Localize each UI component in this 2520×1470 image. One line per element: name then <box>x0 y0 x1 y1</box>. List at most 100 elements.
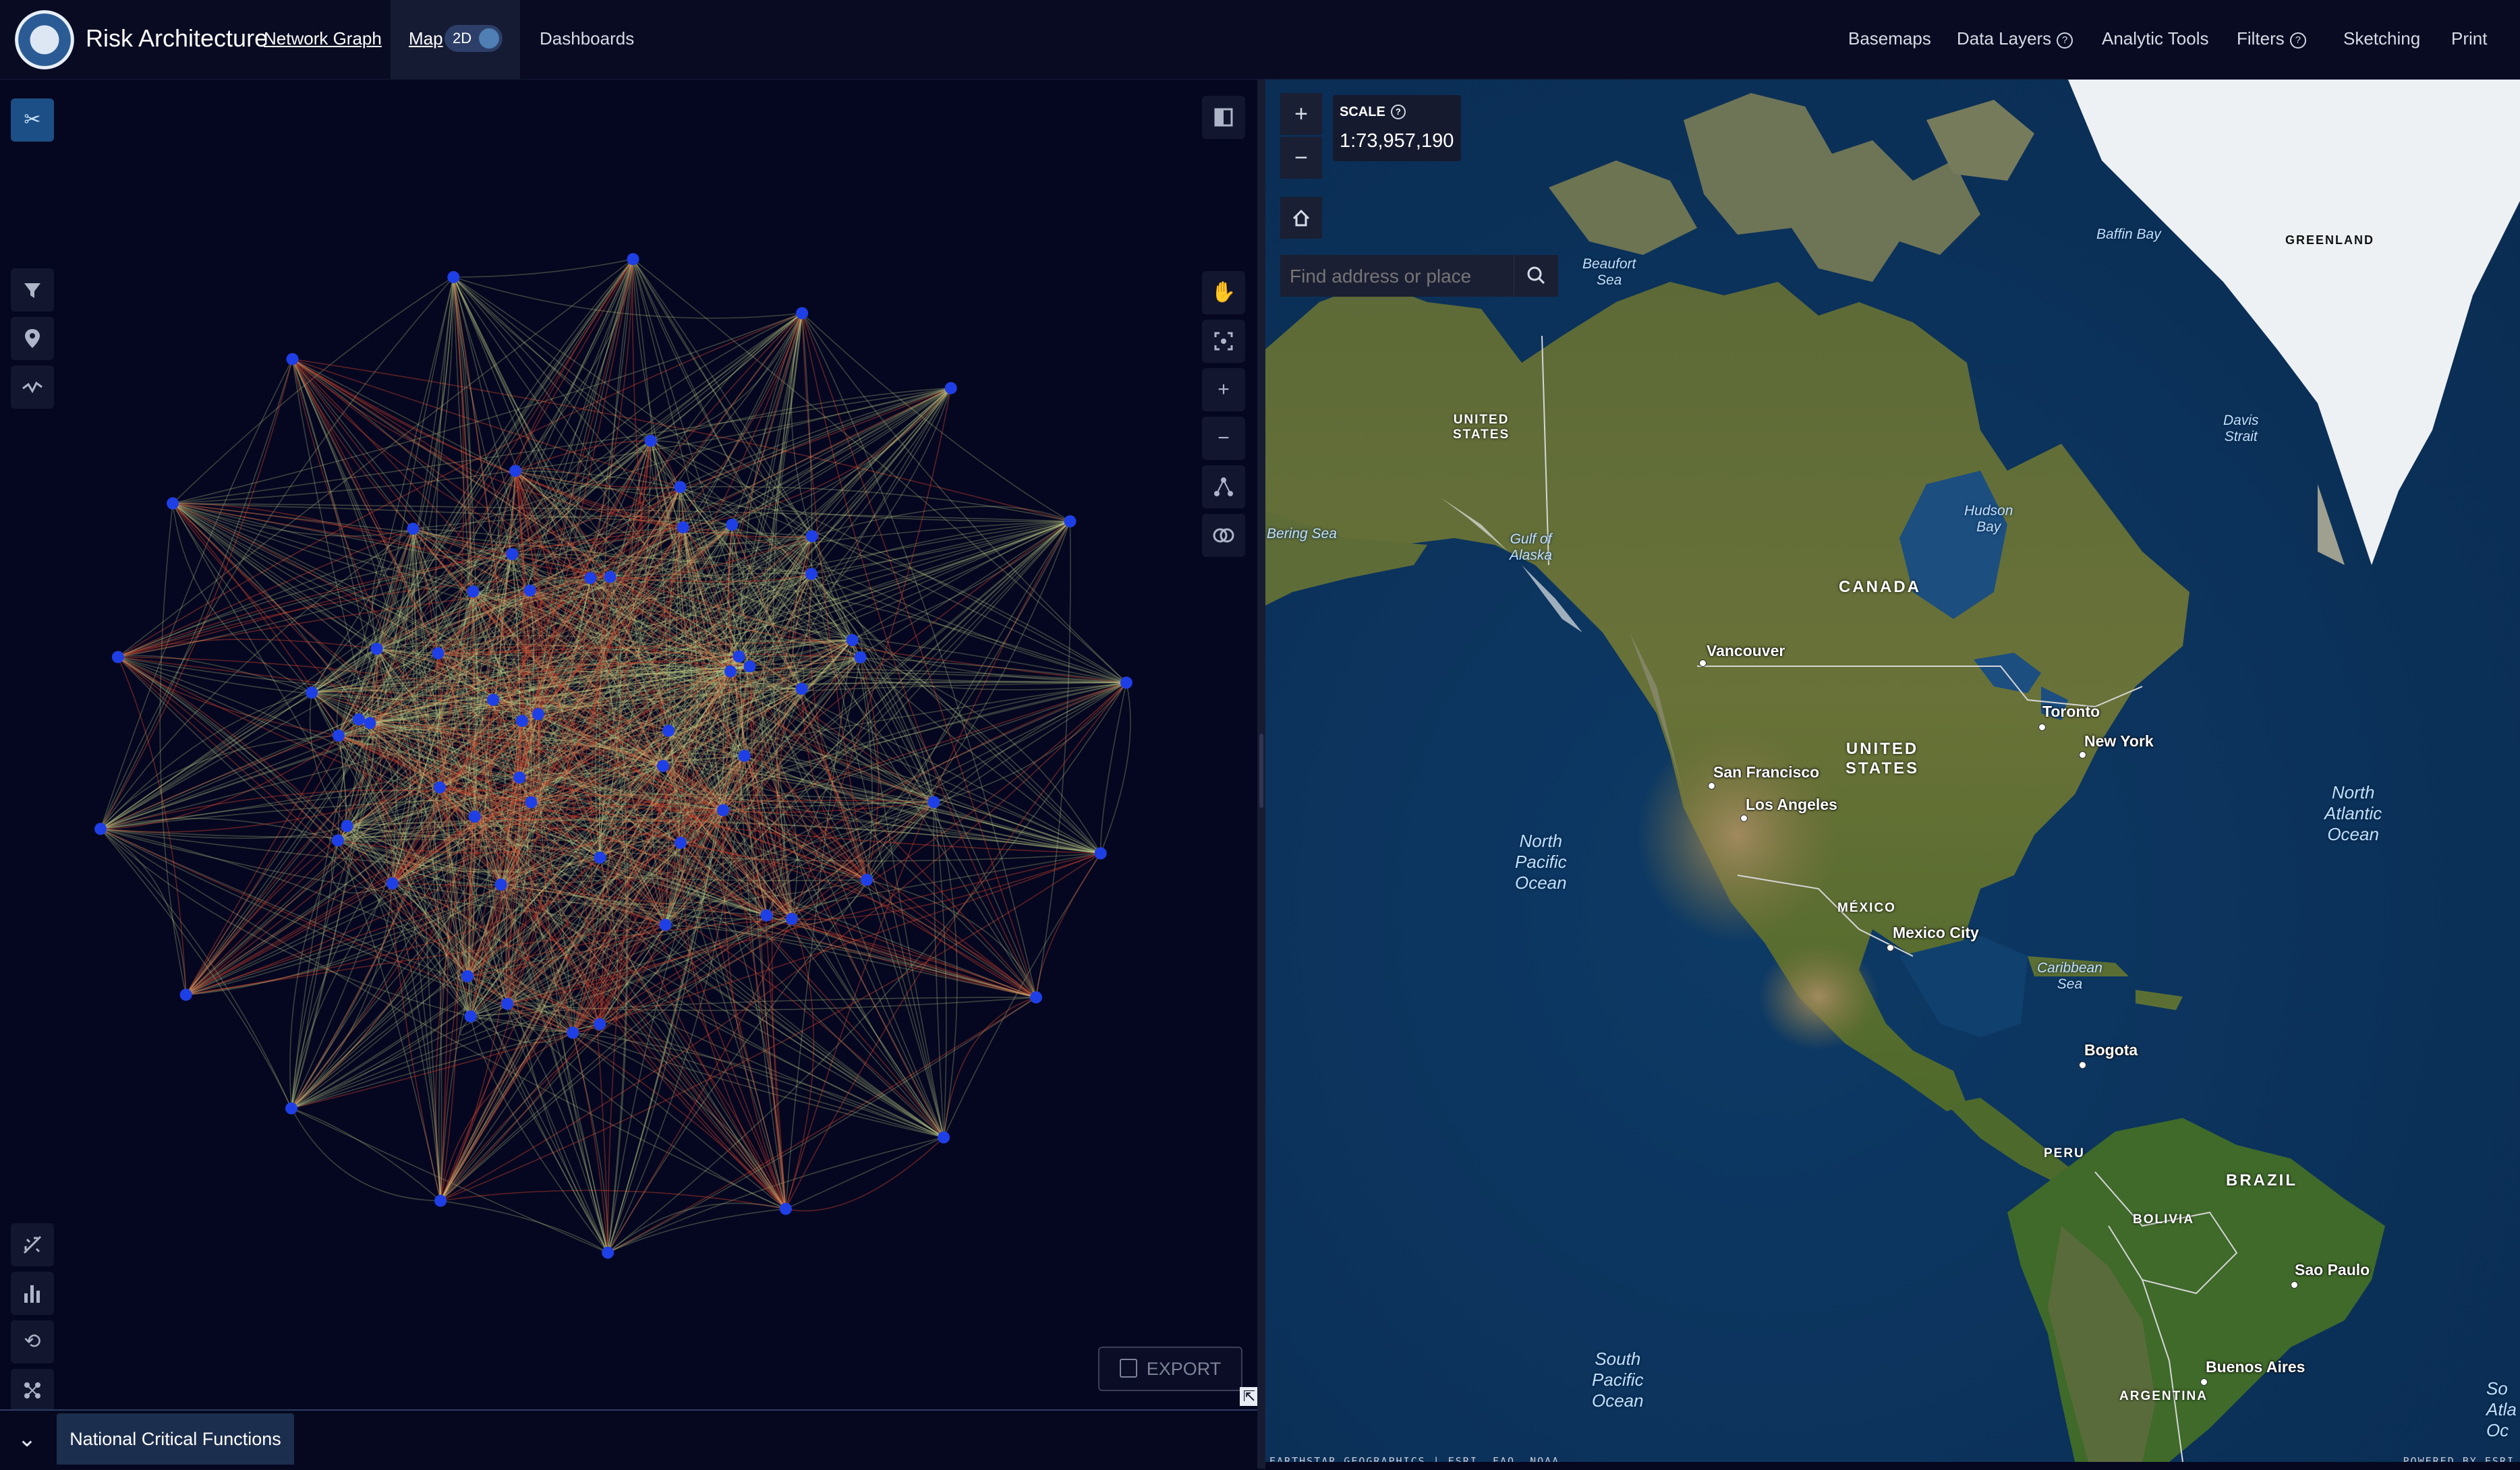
graph-node[interactable] <box>674 481 687 494</box>
graph-node[interactable] <box>487 693 500 706</box>
map-zoom-in-button[interactable]: + <box>1280 93 1322 135</box>
graph-node[interactable] <box>743 660 756 673</box>
zoom-to-fit-icon[interactable] <box>1202 320 1245 363</box>
pan-hand-icon[interactable]: ✋ <box>1202 271 1245 314</box>
graph-node[interactable] <box>523 584 536 597</box>
graph-node[interactable] <box>944 382 957 394</box>
search-icon[interactable] <box>1514 255 1559 297</box>
graph-node[interactable] <box>468 811 481 823</box>
graph-node[interactable] <box>627 253 639 266</box>
graph-node[interactable] <box>532 708 544 720</box>
graph-node[interactable] <box>434 1194 447 1207</box>
graph-node[interactable] <box>386 877 399 889</box>
address-search-input[interactable] <box>1280 255 1514 298</box>
menu-basemaps[interactable]: Basemaps <box>1848 28 1931 49</box>
reset-icon[interactable]: ⟲ <box>11 1320 54 1363</box>
graph-node[interactable] <box>111 651 124 664</box>
graph-node[interactable] <box>509 465 521 477</box>
graph-node[interactable] <box>447 271 460 283</box>
graph-node[interactable] <box>602 1246 614 1259</box>
graph-node[interactable] <box>179 989 192 1001</box>
graph-node[interactable] <box>854 651 867 664</box>
collapse-chevron-icon[interactable]: ⌄ <box>0 1411 54 1467</box>
graph-node[interactable] <box>717 804 729 817</box>
graph-node[interactable] <box>805 568 818 581</box>
graph-node[interactable] <box>464 1010 477 1023</box>
graph-node[interactable] <box>795 682 808 695</box>
graph-node[interactable] <box>644 434 657 447</box>
graph-node[interactable] <box>779 1202 792 1215</box>
hierarchy-icon[interactable] <box>1202 465 1245 508</box>
graph-node[interactable] <box>364 717 376 730</box>
graph-node[interactable] <box>726 519 739 531</box>
graph-node[interactable] <box>1094 847 1107 860</box>
graph-node[interactable] <box>352 713 365 726</box>
help-icon[interactable]: ? <box>1390 105 1406 119</box>
graph-node[interactable] <box>1064 515 1077 528</box>
graph-node[interactable] <box>506 548 519 560</box>
graph-node[interactable] <box>861 873 873 886</box>
menu-analytic-tools[interactable]: Analytic Tools <box>2102 28 2209 49</box>
split-divider[interactable] <box>1257 80 1265 1469</box>
cut-link-icon[interactable]: ✂ <box>11 98 54 142</box>
tab-map[interactable]: Map <box>409 28 443 49</box>
scatter-layout-icon[interactable] <box>11 1369 54 1412</box>
graph-node[interactable] <box>927 796 940 808</box>
graph-node[interactable] <box>341 820 353 832</box>
help-icon[interactable]: ? <box>2289 32 2306 49</box>
filter-icon[interactable] <box>11 268 54 312</box>
graph-node[interactable] <box>370 643 383 655</box>
auto-layout-icon[interactable] <box>11 1223 54 1266</box>
map-view[interactable]: + − SCALE? 1:73,957,190 Baffin Bay GREEN… <box>1265 80 2520 1462</box>
graph-node[interactable] <box>846 634 859 647</box>
graph-node[interactable] <box>657 760 669 772</box>
graph-node[interactable] <box>674 836 687 849</box>
map-home-button[interactable] <box>1280 197 1322 239</box>
tab-network-graph[interactable]: Network Graph <box>264 28 382 49</box>
graph-node[interactable] <box>677 521 689 534</box>
graph-node[interactable] <box>467 585 480 598</box>
graph-node[interactable] <box>434 781 446 794</box>
graph-node[interactable] <box>494 878 507 891</box>
graph-node[interactable] <box>1120 676 1133 689</box>
graph-node[interactable] <box>501 997 514 1010</box>
graph-node[interactable] <box>785 912 798 925</box>
graph-node[interactable] <box>594 1018 606 1030</box>
map-zoom-out-button[interactable]: − <box>1280 137 1322 179</box>
graph-node[interactable] <box>805 530 818 543</box>
zoom-out-icon[interactable]: − <box>1202 417 1245 460</box>
graph-node[interactable] <box>333 729 345 742</box>
graph-node[interactable] <box>167 497 179 510</box>
graph-node[interactable] <box>659 918 672 931</box>
2d-3d-toggle[interactable]: 2D <box>445 25 503 52</box>
graph-node[interactable] <box>94 823 107 835</box>
graph-node[interactable] <box>525 796 538 808</box>
network-graph-canvas[interactable] <box>0 80 1257 1409</box>
zoom-in-icon[interactable]: + <box>1202 368 1245 411</box>
menu-filters[interactable]: Filters? <box>2237 28 2306 49</box>
graph-node[interactable] <box>760 909 773 922</box>
tab-dashboards[interactable]: Dashboards <box>540 28 634 49</box>
graph-node[interactable] <box>332 834 344 847</box>
graph-node[interactable] <box>306 686 318 699</box>
divider-handle[interactable] <box>1259 734 1263 808</box>
graph-node[interactable] <box>724 665 737 678</box>
graph-node[interactable] <box>584 572 597 585</box>
location-pin-icon[interactable] <box>11 317 54 360</box>
graph-node[interactable] <box>567 1026 579 1039</box>
export-button[interactable]: EXPORT <box>1098 1347 1242 1391</box>
bar-chart-icon[interactable] <box>11 1272 54 1315</box>
expand-arrow-icon[interactable]: ⇱ <box>1240 1387 1259 1406</box>
menu-print[interactable]: Print <box>2451 28 2487 49</box>
menu-data-layers[interactable]: Data Layers? <box>1957 28 2073 49</box>
graph-node[interactable] <box>432 647 445 659</box>
graph-node[interactable] <box>286 353 299 365</box>
graph-node[interactable] <box>662 724 675 737</box>
graph-node[interactable] <box>604 570 617 583</box>
tab-national-critical-functions[interactable]: National Critical Functions <box>57 1413 294 1465</box>
graph-node[interactable] <box>515 715 528 728</box>
path-icon[interactable] <box>11 365 54 409</box>
graph-node[interactable] <box>461 970 474 982</box>
overlap-icon[interactable] <box>1202 514 1245 557</box>
panel-toggle-icon[interactable] <box>1202 96 1245 139</box>
